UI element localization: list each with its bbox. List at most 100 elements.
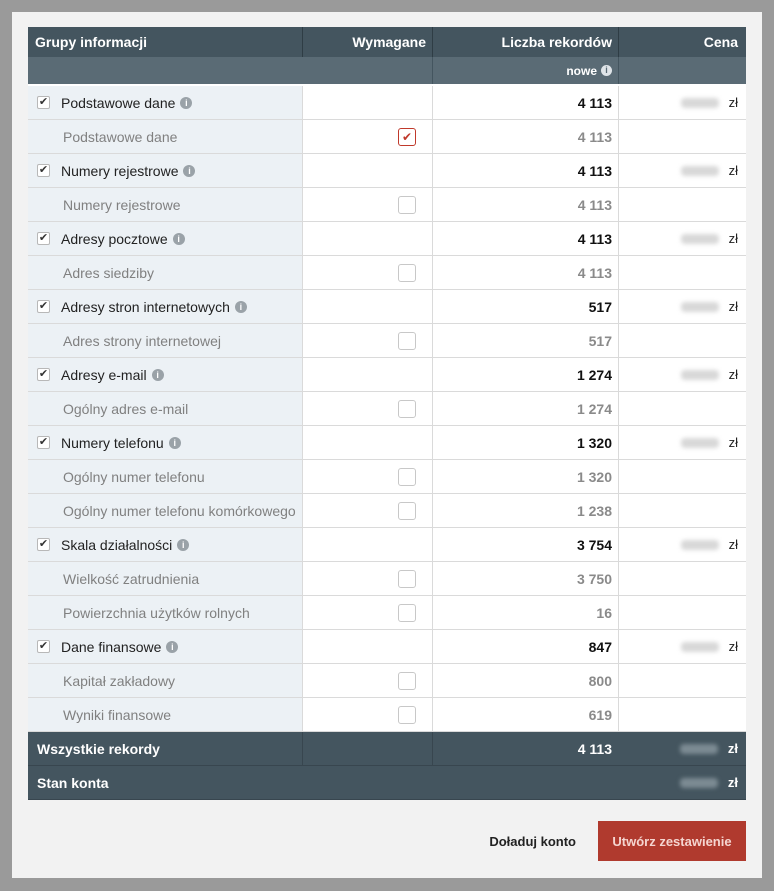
topup-account-button[interactable]: Doładuj konto bbox=[489, 834, 576, 849]
info-icon[interactable]: i bbox=[172, 232, 185, 245]
total-price: zł bbox=[618, 732, 746, 765]
required-checkbox[interactable] bbox=[398, 705, 416, 724]
item-label: Ogólny numer telefonu komórkowego bbox=[28, 494, 302, 527]
table-row: ✔ Adresy stron internetowych i 517 zł bbox=[28, 290, 746, 324]
currency: zł bbox=[728, 639, 738, 654]
price-cell: zł bbox=[618, 290, 746, 323]
currency: zł bbox=[728, 435, 738, 450]
hidden-price bbox=[680, 641, 719, 652]
required-checkbox[interactable] bbox=[398, 331, 416, 350]
required-checkbox[interactable] bbox=[398, 467, 416, 486]
records-count: 1 274 bbox=[432, 358, 618, 391]
table-row: ✔ Numery telefonu i 1 320 zł bbox=[28, 426, 746, 460]
group-checkbox[interactable]: ✔ bbox=[37, 640, 50, 653]
header-groups: Grupy informacji bbox=[35, 34, 148, 50]
table-row: ✔ Dane finansowe i 847 zł bbox=[28, 630, 746, 664]
info-icon[interactable]: i bbox=[234, 300, 247, 313]
data-groups-table: Grupy informacji Wymagane Liczba rekordó… bbox=[28, 27, 746, 800]
records-count: 1 320 bbox=[432, 460, 618, 493]
price-cell: zł bbox=[618, 222, 746, 255]
table-row: Ogólny adres e-mail 1 274 bbox=[28, 392, 746, 426]
table-row: Numery rejestrowe 4 113 bbox=[28, 188, 746, 222]
currency: zł bbox=[728, 163, 738, 178]
table-row: Ogólny numer telefonu 1 320 bbox=[28, 460, 746, 494]
required-checkbox[interactable] bbox=[398, 195, 416, 214]
required-checkbox[interactable] bbox=[398, 399, 416, 418]
table-header: Grupy informacji Wymagane Liczba rekordó… bbox=[28, 27, 746, 57]
group-checkbox[interactable]: ✔ bbox=[37, 436, 50, 449]
header-records: Liczba rekordów bbox=[432, 27, 618, 57]
records-count: 4 113 bbox=[432, 256, 618, 289]
records-count: 4 113 bbox=[432, 120, 618, 153]
info-icon[interactable]: i bbox=[601, 65, 612, 76]
records-count: 517 bbox=[432, 324, 618, 357]
records-count: 3 754 bbox=[432, 528, 618, 561]
hidden-price bbox=[680, 233, 719, 244]
group-label: Adresy e-mail bbox=[61, 366, 147, 383]
item-label: Numery rejestrowe bbox=[28, 188, 302, 221]
group-label: Podstawowe dane bbox=[61, 94, 176, 111]
total-records-count: 4 113 bbox=[432, 732, 618, 765]
required-checkbox[interactable] bbox=[398, 501, 416, 520]
info-icon[interactable]: i bbox=[177, 538, 190, 551]
required-checkbox[interactable] bbox=[398, 671, 416, 690]
group-checkbox[interactable]: ✔ bbox=[37, 164, 50, 177]
group-label: Adresy stron internetowych bbox=[61, 298, 230, 315]
item-label: Podstawowe dane bbox=[28, 120, 302, 153]
records-count: 16 bbox=[432, 596, 618, 629]
new-label: nowe bbox=[566, 63, 597, 78]
currency: zł bbox=[728, 367, 738, 382]
required-checkbox[interactable] bbox=[398, 263, 416, 282]
new-records-filter[interactable]: nowe i bbox=[432, 57, 618, 84]
table-subheader: nowe i bbox=[28, 57, 746, 84]
table-row: Podstawowe dane ✔ 4 113 bbox=[28, 120, 746, 154]
item-label: Ogólny adres e-mail bbox=[28, 392, 302, 425]
hidden-price bbox=[679, 777, 718, 788]
required-checkbox[interactable] bbox=[398, 603, 416, 622]
price-cell: zł bbox=[618, 630, 746, 663]
group-checkbox[interactable]: ✔ bbox=[37, 96, 50, 109]
group-label: Numery telefonu bbox=[61, 434, 164, 451]
required-checkbox[interactable] bbox=[398, 569, 416, 588]
hidden-price bbox=[680, 437, 719, 448]
hidden-price bbox=[680, 539, 719, 550]
table-row: ✔ Podstawowe dane i 4 113 zł bbox=[28, 86, 746, 120]
table-row: Wielkość zatrudnienia 3 750 bbox=[28, 562, 746, 596]
records-count: 1 274 bbox=[432, 392, 618, 425]
table-row: Adres strony internetowej 517 bbox=[28, 324, 746, 358]
records-count: 1 320 bbox=[432, 426, 618, 459]
price-cell: zł bbox=[618, 528, 746, 561]
table-row: Ogólny numer telefonu komórkowego 1 238 bbox=[28, 494, 746, 528]
hidden-price bbox=[680, 301, 719, 312]
group-checkbox[interactable]: ✔ bbox=[37, 232, 50, 245]
info-icon[interactable]: i bbox=[168, 436, 181, 449]
dialog-actions: Doładuj konto Utwórz zestawienie bbox=[489, 821, 746, 861]
currency: zł bbox=[728, 95, 738, 110]
records-count: 4 113 bbox=[432, 188, 618, 221]
info-icon[interactable]: i bbox=[166, 640, 179, 653]
price-cell: zł bbox=[618, 358, 746, 391]
hidden-price bbox=[680, 369, 719, 380]
currency: zł bbox=[728, 537, 738, 552]
header-required: Wymagane bbox=[302, 27, 432, 57]
balance-label: Stan konta bbox=[37, 774, 109, 791]
info-icon[interactable]: i bbox=[183, 164, 196, 177]
table-row: ✔ Skala działalności i 3 754 zł bbox=[28, 528, 746, 562]
records-count: 4 113 bbox=[432, 222, 618, 255]
required-checkbox[interactable]: ✔ bbox=[398, 127, 416, 146]
info-icon[interactable]: i bbox=[180, 96, 193, 109]
account-balance-row: Stan konta zł bbox=[28, 766, 746, 800]
item-label: Wielkość zatrudnienia bbox=[28, 562, 302, 595]
group-checkbox[interactable]: ✔ bbox=[37, 368, 50, 381]
records-count: 1 238 bbox=[432, 494, 618, 527]
item-label: Adres siedziby bbox=[28, 256, 302, 289]
price-cell: zł bbox=[618, 86, 746, 119]
item-label: Adres strony internetowej bbox=[28, 324, 302, 357]
info-icon[interactable]: i bbox=[151, 368, 164, 381]
group-checkbox[interactable]: ✔ bbox=[37, 300, 50, 313]
create-report-button[interactable]: Utwórz zestawienie bbox=[598, 821, 746, 861]
currency: zł bbox=[727, 775, 738, 790]
group-checkbox[interactable]: ✔ bbox=[37, 538, 50, 551]
records-count: 3 750 bbox=[432, 562, 618, 595]
table-row: ✔ Adresy e-mail i 1 274 zł bbox=[28, 358, 746, 392]
